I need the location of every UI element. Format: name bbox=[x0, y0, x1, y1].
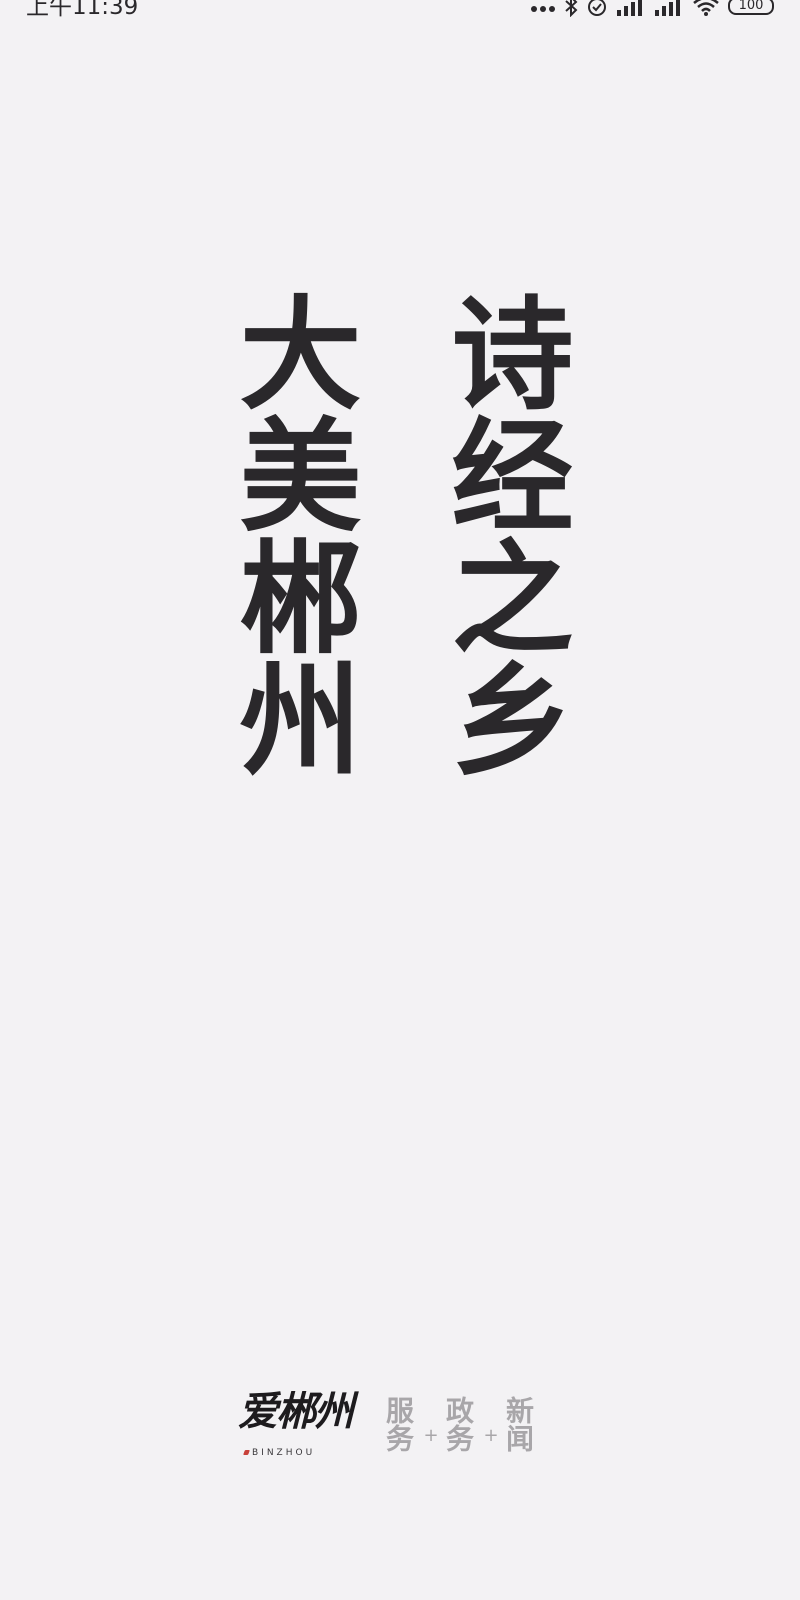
status-icons: 100 bbox=[530, 0, 774, 20]
more-dots-icon bbox=[530, 0, 556, 18]
alarm-icon bbox=[586, 0, 608, 21]
slogan-left-column: 大美郴州 bbox=[219, 290, 363, 778]
signal-icon bbox=[616, 0, 646, 20]
tag-government: 政务 bbox=[442, 1396, 475, 1452]
brand-logo-text: 爱郴州 bbox=[238, 1388, 354, 1435]
signal-icon-2 bbox=[654, 0, 684, 20]
status-time: 上午11:39 bbox=[26, 0, 139, 20]
wifi-icon bbox=[692, 0, 720, 20]
logo-accent-mark bbox=[243, 1450, 250, 1455]
tag-service: 服务 bbox=[382, 1396, 415, 1452]
brand-footer: 爱郴州 BINZHOU 服务 + 政务 + 新闻 bbox=[238, 1384, 568, 1480]
slogan: 大美郴州 诗经之乡 bbox=[0, 290, 800, 870]
tag-news: 新闻 bbox=[502, 1396, 535, 1452]
bluetooth-icon bbox=[564, 0, 578, 21]
battery-icon: 100 bbox=[728, 0, 774, 15]
brand-tags: 服务 + 政务 + 新闻 bbox=[382, 1384, 536, 1464]
brand-logo: 爱郴州 BINZHOU bbox=[238, 1384, 364, 1464]
status-bar: 上午11:39 100 bbox=[0, 0, 800, 24]
brand-logo-subtitle: BINZHOU bbox=[252, 1448, 316, 1458]
slogan-right-column: 诗经之乡 bbox=[431, 290, 575, 778]
